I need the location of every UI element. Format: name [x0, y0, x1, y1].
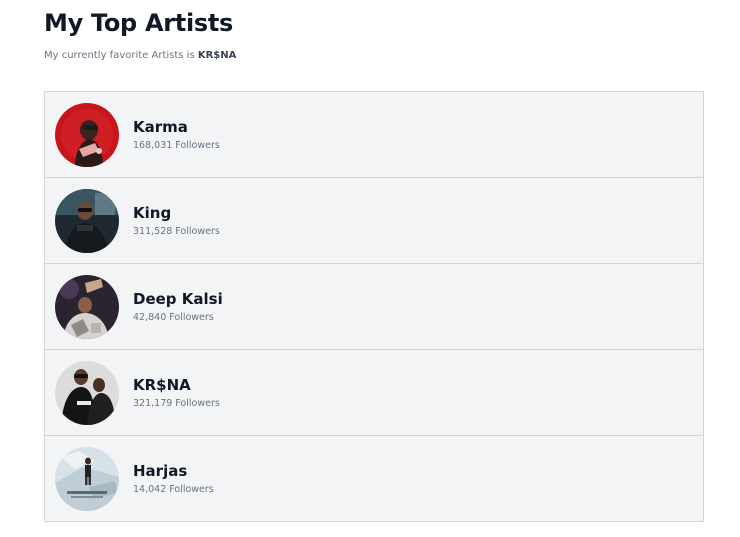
artist-row-harjas[interactable]: Harjas 14,042 Followers [45, 436, 703, 521]
page-subtitle: My currently favorite Artists is KR$NA [44, 50, 236, 61]
artist-photo-deep-kalsi-icon [55, 275, 119, 339]
artist-avatar-king [55, 189, 119, 253]
artist-name: Harjas [133, 462, 188, 480]
artist-name: KR$NA [133, 376, 191, 394]
artist-avatar-karma [55, 103, 119, 167]
artist-followers: 168,031 Followers [133, 140, 220, 151]
artist-avatar-krsna [55, 361, 119, 425]
artist-followers: 311,528 Followers [133, 226, 220, 237]
artist-row-krsna[interactable]: KR$NA 321,179 Followers [45, 350, 703, 436]
page-title: My Top Artists [44, 9, 234, 37]
artist-row-karma[interactable]: Karma 168,031 Followers [45, 92, 703, 178]
artist-list: Karma 168,031 Followers King 311,528 Fol… [44, 91, 704, 522]
artist-name: Karma [133, 118, 188, 136]
artist-photo-krsna-icon [55, 361, 119, 425]
artist-photo-karma-icon [55, 103, 119, 167]
artist-followers: 14,042 Followers [133, 484, 214, 495]
artist-name: King [133, 204, 172, 222]
subtitle-text: My currently favorite Artists is [44, 50, 198, 61]
artist-photo-harjas-icon [55, 447, 119, 511]
artist-avatar-deep-kalsi [55, 275, 119, 339]
artist-name: Deep Kalsi [133, 290, 223, 308]
page: My Top Artists My currently favorite Art… [0, 0, 740, 537]
favorite-artist-name: KR$NA [197, 50, 237, 61]
artist-photo-king-icon [55, 189, 119, 253]
artist-followers: 321,179 Followers [133, 398, 220, 409]
artist-row-deep-kalsi[interactable]: Deep Kalsi 42,840 Followers [45, 264, 703, 350]
artist-avatar-harjas [55, 447, 119, 511]
artist-row-king[interactable]: King 311,528 Followers [45, 178, 703, 264]
artist-followers: 42,840 Followers [133, 312, 214, 323]
